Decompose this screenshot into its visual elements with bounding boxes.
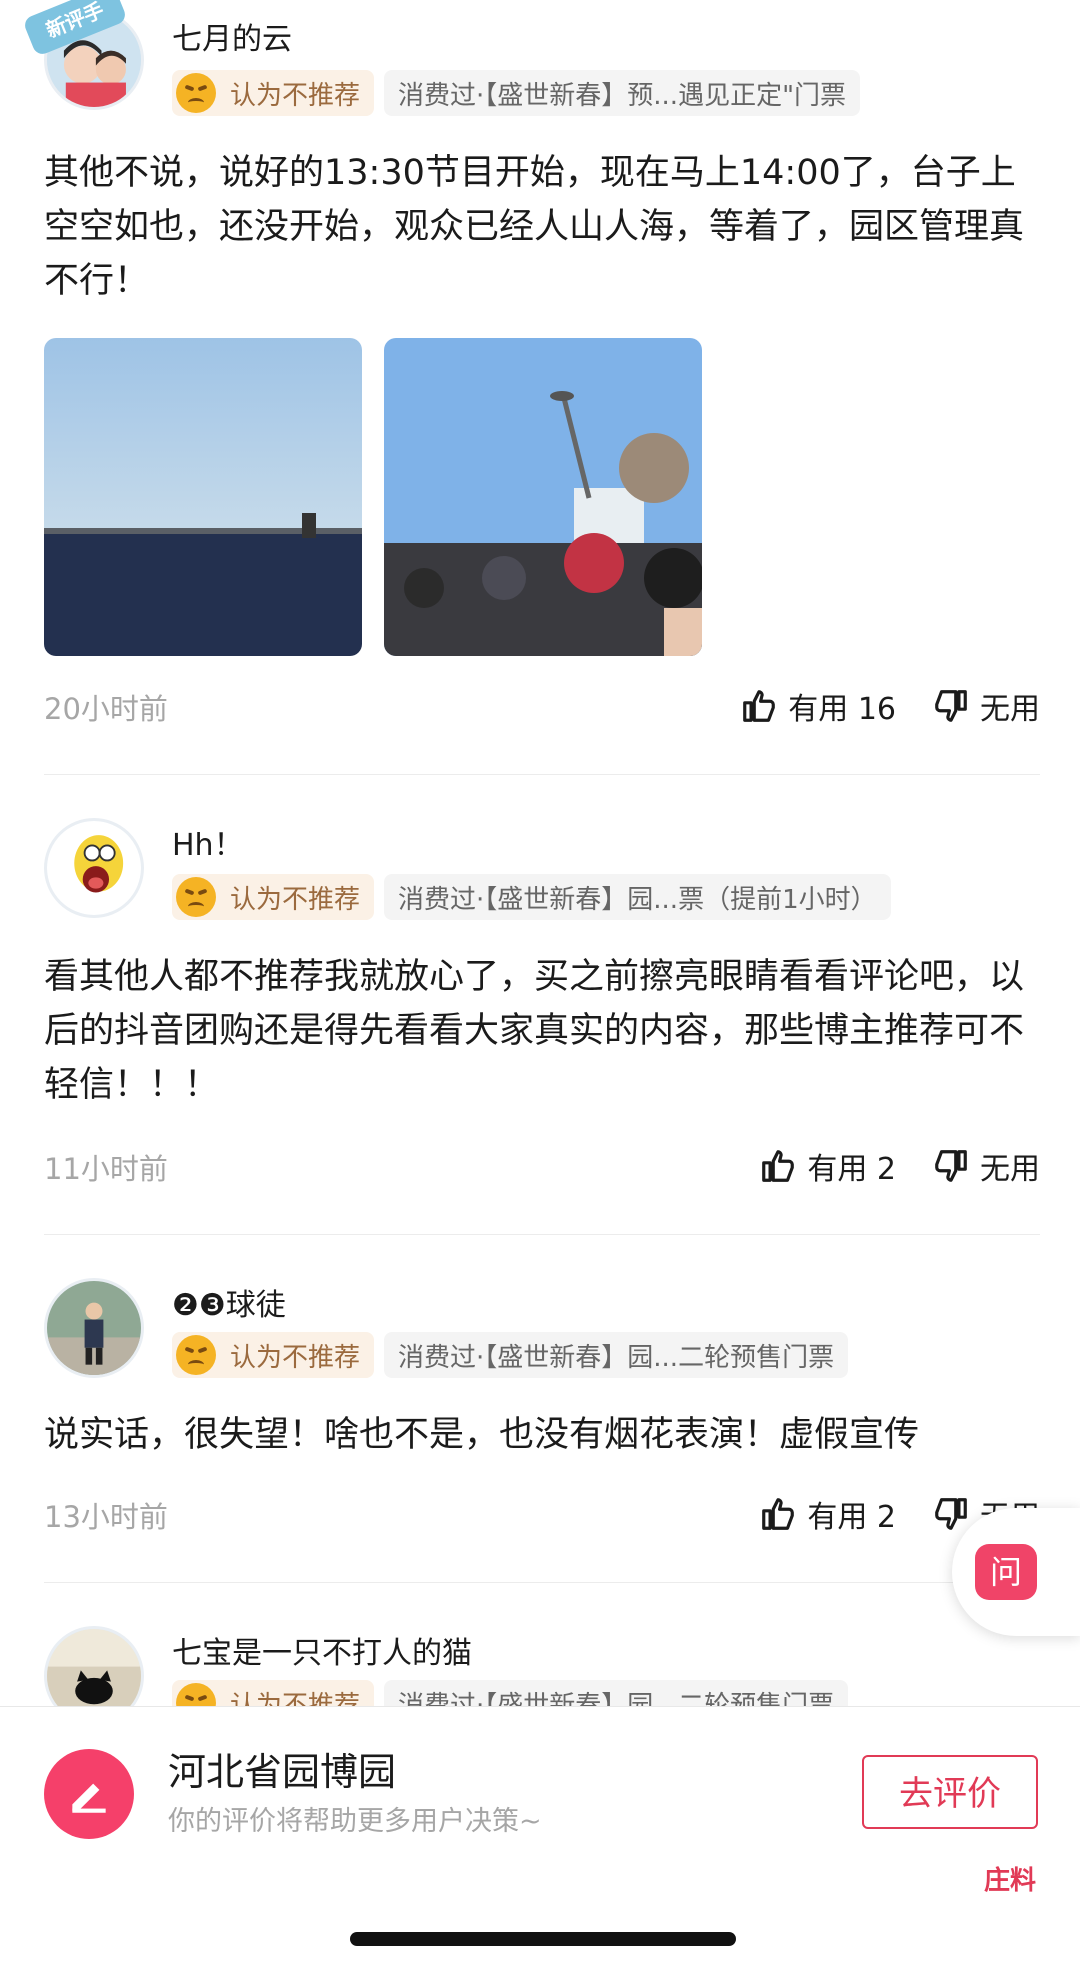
divider	[44, 774, 1040, 775]
username[interactable]: ❷❸球徒	[172, 1280, 286, 1324]
avatar[interactable]	[44, 818, 144, 918]
verdict-tag: 认为不推荐	[172, 874, 375, 920]
ask-icon: 问	[975, 1544, 1037, 1600]
review-actions: 有用 16 无用	[704, 684, 1040, 728]
review-tags: 认为不推荐 消费过·【盛世新春】预...遇见正定"门票	[172, 70, 861, 116]
review-time: 11小时前	[44, 1152, 168, 1186]
review-tags: 认为不推荐 消费过·【盛世新春】园...票（提前1小时）	[172, 874, 891, 920]
useless-label: 无用	[980, 692, 1040, 727]
bottom-review-bar: 河北省园博园 你的评价将帮助更多用户决策~ 去评价	[0, 1706, 1080, 1969]
verdict-tag: 认为不推荐	[172, 1332, 375, 1378]
consumption-tag[interactable]: 消费过·【盛世新春】园...票（提前1小时）	[384, 874, 891, 920]
review-content: 看其他人都不推荐我就放心了，买之前擦亮眼睛看看评论吧，以后的抖音团购还是得先看看…	[44, 957, 1025, 1105]
review-tags: 认为不推荐 消费过·【盛世新春】园...二轮预售门票	[172, 1332, 849, 1378]
useful-button[interactable]: 有用 16	[740, 684, 896, 728]
consumption-tag[interactable]: 消费过·【盛世新春】园...二轮预售门票	[384, 1332, 849, 1378]
review-time: 20小时前	[44, 692, 168, 726]
unhappy-face-icon	[176, 877, 216, 917]
username[interactable]: 七宝是一只不打人的猫	[172, 1628, 472, 1672]
useless-button[interactable]: 无用	[932, 1144, 1040, 1188]
username[interactable]: 七月的云	[172, 14, 292, 58]
useful-label: 有用 16	[788, 692, 896, 727]
ask-question-button[interactable]: 问	[952, 1508, 1080, 1636]
thumbs-down-icon	[935, 1150, 967, 1182]
review-photo[interactable]	[384, 338, 702, 656]
thumbs-up-icon	[762, 1498, 795, 1530]
watermark: 庄料	[984, 1866, 1037, 1896]
write-review-button[interactable]: 去评价	[862, 1755, 1038, 1829]
review-actions: 有用 2 无用	[723, 1144, 1040, 1188]
useless-label: 无用	[980, 1152, 1040, 1187]
divider	[44, 1234, 1040, 1235]
useful-button[interactable]: 有用 2	[759, 1144, 896, 1188]
edit-icon	[44, 1749, 134, 1839]
verdict-tag: 认为不推荐	[172, 70, 375, 116]
home-indicator[interactable]	[350, 1932, 736, 1946]
verdict-label: 认为不推荐	[230, 80, 361, 111]
verdict-label: 认为不推荐	[230, 1342, 361, 1373]
username[interactable]: Hh！	[172, 820, 244, 864]
thumbs-up-icon	[762, 1150, 795, 1182]
venue-subtitle: 你的评价将帮助更多用户决策~	[168, 1806, 542, 1837]
divider	[44, 1582, 1040, 1583]
unhappy-face-icon	[176, 1335, 216, 1375]
review-content: 说实话，很失望！啥也不是，也没有烟花表演！虚假宣传	[44, 1415, 920, 1455]
thumbs-up-icon	[743, 690, 776, 722]
useful-label: 有用 2	[807, 1152, 896, 1187]
unhappy-face-icon	[176, 73, 216, 113]
venue-name: 河北省园博园	[168, 1750, 397, 1794]
thumbs-down-icon	[935, 690, 967, 722]
review-time: 13小时前	[44, 1500, 168, 1534]
verdict-label: 认为不推荐	[230, 884, 361, 915]
useful-label: 有用 2	[807, 1500, 896, 1535]
consumption-tag[interactable]: 消费过·【盛世新春】预...遇见正定"门票	[384, 70, 861, 116]
thumbs-down-icon	[935, 1498, 967, 1530]
review-photos	[44, 338, 702, 656]
useless-button[interactable]: 无用	[932, 684, 1040, 728]
review-photo[interactable]	[44, 338, 362, 656]
useful-button[interactable]: 有用 2	[759, 1492, 896, 1536]
avatar[interactable]	[44, 1278, 144, 1378]
review-content: 其他不说，说好的13:30节目开始，现在马上14:00了，台子上空空如也，还没开…	[44, 153, 1025, 301]
